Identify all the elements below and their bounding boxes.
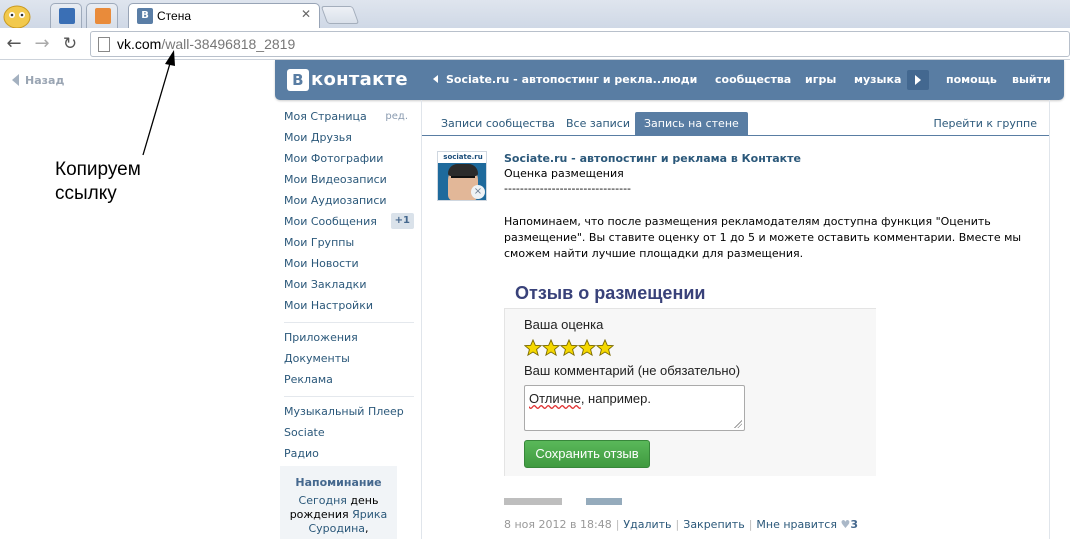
like-post-link[interactable]: Мне нравится bbox=[756, 518, 837, 531]
save-review-button[interactable]: Сохранить отзыв bbox=[524, 440, 650, 468]
comment-misspelled-word: Отличне bbox=[529, 391, 581, 406]
menu-my-news[interactable]: Мои Новости bbox=[284, 257, 414, 278]
tab-community-posts[interactable]: Записи сообщества bbox=[432, 112, 564, 135]
remove-avatar-icon[interactable]: × bbox=[471, 185, 485, 199]
rating-label: Ваша оценка bbox=[524, 317, 604, 332]
header-ticker[interactable]: Sociate.ru - автопостинг и рекла... bbox=[433, 73, 665, 86]
menu-my-page[interactable]: Моя Страница ред. bbox=[284, 110, 414, 131]
menu-label: Мои Сообщения bbox=[284, 215, 377, 228]
reminder-today-link[interactable]: Сегодня bbox=[299, 494, 347, 507]
left-menu: Моя Страница ред. Мои Друзья Мои Фотограф… bbox=[284, 110, 414, 468]
reminder-text: , bbox=[365, 522, 369, 535]
annotation-line-1: Копируем bbox=[55, 159, 141, 180]
menu-label: Моя Страница bbox=[284, 110, 367, 123]
menu-radio[interactable]: Радио bbox=[284, 447, 414, 468]
menu-divider bbox=[284, 396, 414, 397]
menu-my-photos[interactable]: Мои Фотографии bbox=[284, 152, 414, 173]
nav-games[interactable]: игры bbox=[805, 73, 836, 86]
annotation-arrow bbox=[142, 50, 175, 156]
menu-ads[interactable]: Реклама bbox=[284, 373, 414, 394]
comment-label: Ваш комментарий (не обязательно) bbox=[524, 363, 741, 378]
annotation-line-2: ссылку bbox=[55, 183, 117, 204]
star-icon bbox=[595, 338, 615, 357]
vk-logo-box: В bbox=[287, 69, 309, 91]
reminder-body: Сегодня день рождения Ярика Суродина, bbox=[280, 494, 397, 536]
menu-my-messages[interactable]: Мои Сообщения +1 bbox=[284, 213, 414, 236]
post-author-avatar[interactable]: sociate.ru × bbox=[437, 151, 487, 201]
star-icon bbox=[541, 338, 561, 357]
reminder-text: рождения bbox=[289, 508, 353, 521]
menu-documents[interactable]: Документы bbox=[284, 352, 414, 373]
review-form-image[interactable]: Отзыв о размещении Ваша оценка Ваш комме… bbox=[504, 278, 878, 478]
avatar-label: sociate.ru bbox=[438, 152, 486, 163]
menu-divider bbox=[284, 322, 414, 323]
menu-my-groups[interactable]: Мои Группы bbox=[284, 236, 414, 257]
star-icon bbox=[577, 338, 597, 357]
new-tab-button[interactable] bbox=[320, 6, 360, 24]
tab-wall-post[interactable]: Запись на стене bbox=[635, 112, 748, 135]
annotation-caption: Копируем ссылку bbox=[55, 158, 141, 206]
tab-close-icon[interactable]: ✕ bbox=[301, 7, 311, 21]
resize-grip-icon[interactable] bbox=[734, 420, 742, 428]
menu-my-settings[interactable]: Мои Настройки bbox=[284, 299, 414, 320]
avatar-hair bbox=[448, 164, 478, 176]
menu-my-bookmarks[interactable]: Мои Закладки bbox=[284, 278, 414, 299]
pin-post-link[interactable]: Закрепить bbox=[683, 518, 744, 531]
reminder-title: Напоминание bbox=[295, 476, 382, 489]
post-date-link[interactable]: 8 ноя 2012 в 18:48 bbox=[504, 518, 612, 531]
likes-count: 3 bbox=[850, 518, 859, 531]
post-divider-text: -------------------------------- bbox=[504, 182, 632, 195]
post-meta: 8 ноя 2012 в 18:48 | Удалить | Закрепить | Мне… bbox=[504, 518, 859, 531]
clipped-text-line bbox=[504, 498, 622, 505]
menu-music-player[interactable]: Музыкальный Плеер bbox=[284, 405, 414, 426]
delete-post-link[interactable]: Удалить bbox=[623, 518, 671, 531]
ticker-label: Sociate.ru - автопостинг и рекла... bbox=[446, 73, 666, 86]
nav-help[interactable]: помощь bbox=[946, 73, 997, 86]
post-subtitle: Оценка размещения bbox=[504, 167, 624, 180]
nav-communities[interactable]: сообщества bbox=[715, 73, 791, 86]
go-to-group-link[interactable]: Перейти к группе bbox=[933, 112, 1037, 135]
reminder-surname-link[interactable]: Суродина bbox=[308, 522, 365, 535]
comment-textarea[interactable]: Отличне, например. bbox=[524, 385, 745, 431]
post-author-link[interactable]: Sociate.ru - автопостинг и реклама в Кон… bbox=[504, 152, 801, 165]
reminder-text: день bbox=[346, 494, 379, 507]
menu-apps[interactable]: Приложения bbox=[284, 331, 414, 352]
reminder-name-link[interactable]: Ярика bbox=[352, 508, 387, 521]
address-bar[interactable]: vk.com/wall-38496818_2819 bbox=[90, 31, 1070, 57]
review-box: Ваша оценка Ваш комментарий (не обязател… bbox=[504, 308, 876, 476]
rating-stars bbox=[523, 338, 615, 359]
avatar-glasses bbox=[451, 176, 475, 182]
nav-logout[interactable]: выйти bbox=[1012, 73, 1051, 86]
nav-people[interactable]: люди bbox=[662, 73, 697, 86]
star-icon bbox=[523, 338, 543, 357]
content-tabs: Записи сообщества Все записи Запись на с… bbox=[422, 100, 1049, 136]
heart-icon[interactable]: ♥ bbox=[840, 518, 850, 531]
menu-edit-link[interactable]: ред. bbox=[385, 110, 408, 124]
menu-sociate[interactable]: Sociate bbox=[284, 426, 414, 447]
vk-logo-word: контакте bbox=[311, 69, 408, 90]
review-heading: Отзыв о размещении bbox=[515, 283, 706, 303]
star-icon bbox=[559, 338, 579, 357]
vk-header: Вконтакте Sociate.ru - автопостинг и рек… bbox=[275, 60, 1064, 100]
wall-content: Записи сообщества Все записи Запись на с… bbox=[421, 100, 1050, 539]
tab-all-posts[interactable]: Все записи bbox=[557, 112, 639, 135]
menu-my-audio[interactable]: Мои Аудиозаписи bbox=[284, 194, 414, 215]
ticker-prev-icon bbox=[433, 75, 438, 83]
nav-scroll-right-icon[interactable] bbox=[907, 70, 929, 90]
post-body-text: Напоминаем, что после размещения рекламо… bbox=[504, 215, 1022, 260]
comment-text: , например. bbox=[580, 391, 651, 406]
nav-music[interactable]: музыка bbox=[854, 73, 901, 86]
messages-count-badge: +1 bbox=[390, 213, 414, 229]
menu-my-videos[interactable]: Мои Видеозаписи bbox=[284, 173, 414, 194]
menu-my-friends[interactable]: Мои Друзья bbox=[284, 131, 414, 152]
birthday-reminder: Напоминание Сегодня день рождения Ярика … bbox=[280, 466, 397, 539]
vk-logo[interactable]: Вконтакте bbox=[287, 69, 408, 91]
